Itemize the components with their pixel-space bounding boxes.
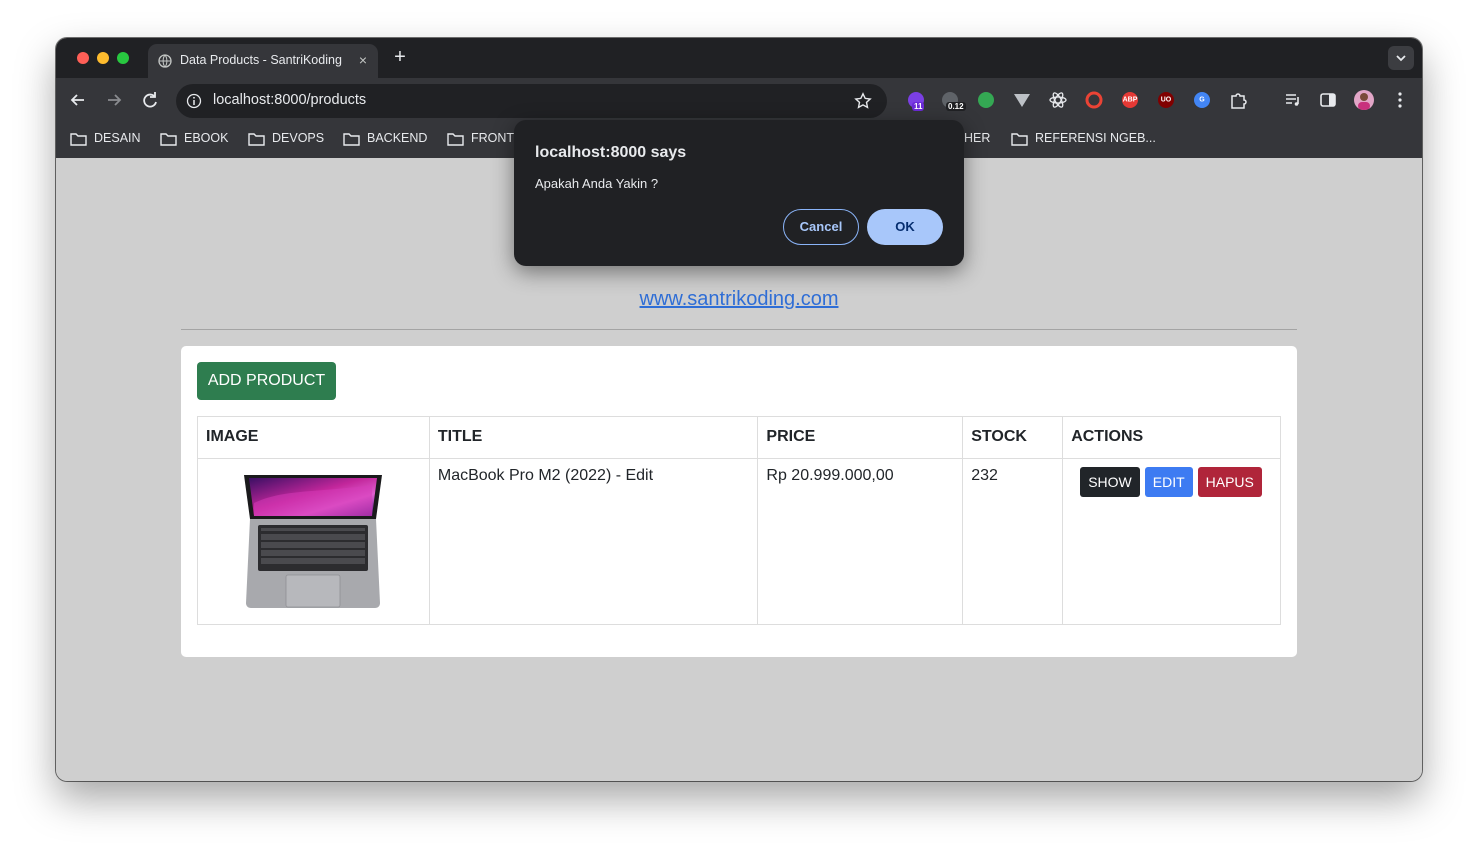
- extension-counter-icon[interactable]: 0.12: [940, 90, 966, 111]
- address-bar[interactable]: localhost:8000/products: [176, 84, 887, 118]
- vue-devtools-glyph: [1014, 94, 1030, 107]
- bookmark-star-icon[interactable]: [854, 92, 872, 110]
- dialog-title: localhost:8000 says: [535, 144, 687, 161]
- ublock-origin-icon[interactable]: UO: [1156, 90, 1176, 110]
- folder-icon: [160, 133, 177, 146]
- browser-toolbar: localhost:8000/products 11 0.12 ABP UO G: [56, 78, 1422, 122]
- media-controls-icon[interactable]: [1283, 90, 1303, 110]
- product-stock-cell: 232: [962, 458, 1064, 625]
- react-devtools-icon[interactable]: [1048, 90, 1068, 110]
- folder-icon: [343, 133, 360, 146]
- bookmark-label: FRONTI: [471, 131, 518, 145]
- tab-strip: Data Products - SantriKoding × +: [56, 38, 1422, 78]
- product-image-cell: [197, 458, 430, 625]
- bookmark-label: EBOOK: [184, 131, 229, 145]
- column-header-image: IMAGE: [197, 416, 430, 459]
- product-actions-cell: SHOW EDIT HAPUS: [1062, 458, 1281, 625]
- more-menu-icon[interactable]: [1390, 90, 1410, 110]
- url-text: localhost:8000/products: [213, 92, 367, 108]
- folder-icon: [1011, 133, 1028, 146]
- add-product-button[interactable]: ADD PRODUCT: [197, 362, 336, 400]
- extension-badge: 0.12: [946, 102, 966, 111]
- extensions-puzzle-icon[interactable]: [1228, 90, 1248, 110]
- site-link[interactable]: www.santrikoding.com: [56, 288, 1422, 311]
- dialog-message: Apakah Anda Yakin ?: [535, 176, 659, 191]
- product-title-cell: MacBook Pro M2 (2022) - Edit: [428, 458, 759, 625]
- green-dot-extension-glyph: [978, 92, 994, 108]
- tab-data-products[interactable]: Data Products - SantriKoding ×: [148, 44, 378, 78]
- site-info-icon[interactable]: [186, 93, 202, 109]
- table-row: MacBook Pro M2 (2022) - Edit Rp 20.999.0…: [197, 458, 1281, 625]
- tab-search-button[interactable]: [1388, 46, 1414, 70]
- green-dot-extension-icon[interactable]: [976, 90, 996, 110]
- folder-icon: [70, 133, 87, 146]
- new-tab-button[interactable]: +: [390, 46, 410, 70]
- edit-button[interactable]: EDIT: [1144, 467, 1193, 497]
- extension-badge: UO: [1160, 96, 1172, 104]
- react-devtools-glyph: [1049, 92, 1067, 108]
- reload-icon[interactable]: [138, 88, 162, 112]
- hapus-button[interactable]: HAPUS: [1197, 467, 1262, 497]
- column-header-stock: STOCK: [962, 416, 1064, 459]
- products-card: ADD PRODUCT IMAGE TITLE PRICE STOCK ACTI…: [181, 346, 1297, 657]
- chevron-down-icon: [1396, 55, 1406, 62]
- vue-devtools-icon[interactable]: [1012, 90, 1032, 110]
- bookmark-label: BACKEND: [367, 131, 428, 145]
- confirm-dialog: localhost:8000 says Apakah Anda Yakin ? …: [514, 120, 964, 266]
- table-header-row: IMAGE TITLE PRICE STOCK ACTIONS: [197, 416, 1281, 459]
- divider: [181, 329, 1297, 330]
- bookmark-label: HER: [964, 131, 991, 145]
- folder-icon: [447, 133, 464, 146]
- color-picker-extension-icon[interactable]: [1084, 90, 1104, 110]
- side-panel-icon[interactable]: [1318, 90, 1338, 110]
- minimize-window-button[interactable]: [97, 52, 109, 64]
- bookmark-label: DEVOPS: [272, 131, 325, 145]
- browser-window: Data Products - SantriKoding × + localho…: [56, 38, 1422, 781]
- avatar-icon: [1358, 93, 1370, 110]
- color-picker-extension-glyph: [1085, 91, 1103, 109]
- close-window-button[interactable]: [77, 52, 89, 64]
- extension-badge: ABP: [1122, 96, 1138, 104]
- maximize-window-button[interactable]: [117, 52, 129, 64]
- column-header-title: TITLE: [428, 416, 759, 459]
- column-header-actions: ACTIONS: [1062, 416, 1281, 459]
- products-table: IMAGE TITLE PRICE STOCK ACTIONS MacBook …: [197, 416, 1281, 625]
- google-translate-icon[interactable]: G: [1192, 90, 1212, 110]
- laptop-product-image: [244, 475, 383, 608]
- ok-button[interactable]: OK: [867, 209, 943, 245]
- profile-avatar[interactable]: [1354, 90, 1374, 110]
- tab-title: Data Products - SantriKoding: [180, 53, 342, 67]
- bookmark-label: REFERENSI NGEB...: [1035, 131, 1156, 145]
- extension-badge: G: [1199, 96, 1205, 104]
- extension-badge-icon[interactable]: 11: [906, 90, 926, 111]
- extension-badge: 11: [912, 102, 925, 111]
- forward-arrow-icon[interactable]: [102, 88, 126, 112]
- extensions-puzzle-glyph: [1231, 93, 1247, 109]
- column-header-price: PRICE: [757, 416, 964, 459]
- globe-icon: [158, 54, 172, 68]
- tab-close-icon[interactable]: ×: [355, 51, 371, 69]
- show-button[interactable]: SHOW: [1080, 467, 1140, 497]
- cancel-button[interactable]: Cancel: [783, 209, 859, 245]
- adblock-plus-icon[interactable]: ABP: [1120, 90, 1140, 110]
- product-price-cell: Rp 20.999.000,00: [757, 458, 964, 625]
- back-arrow-icon[interactable]: [66, 88, 90, 112]
- bookmark-label: DESAIN: [94, 131, 141, 145]
- folder-icon: [248, 133, 265, 146]
